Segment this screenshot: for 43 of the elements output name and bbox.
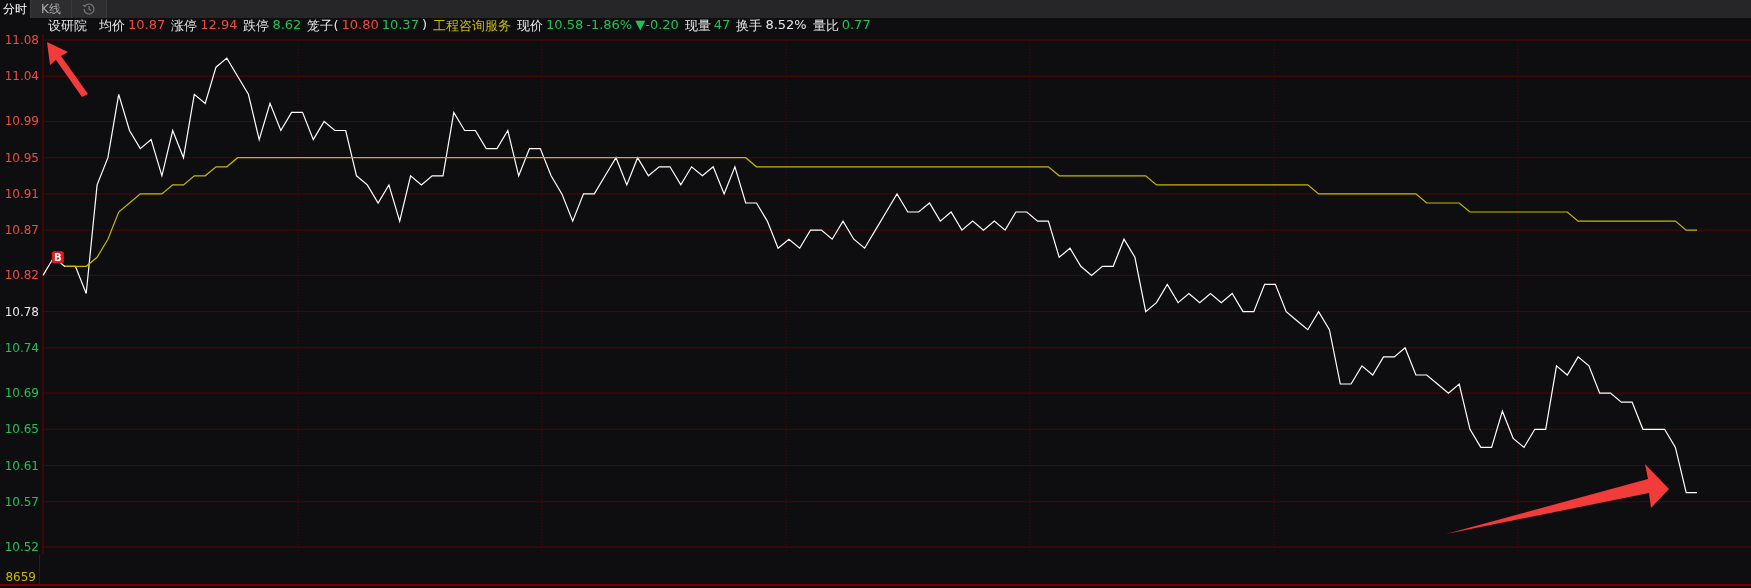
annotation-arrow: [47, 42, 88, 97]
axis-label: 10.95: [4, 150, 39, 165]
volume-label: 8659: [0, 554, 40, 584]
stat-label: ): [421, 17, 427, 34]
stat-value: 8.52%: [765, 17, 807, 34]
axis-label: 10.74: [4, 340, 39, 355]
stat-label: 均价: [99, 17, 125, 35]
axis-label: 10.91: [4, 186, 39, 201]
axis-label: 10.87: [4, 223, 39, 238]
stat-value: 12.94: [200, 17, 238, 34]
axis-label: 10.69: [4, 386, 39, 401]
stat-value: 10.58: [546, 17, 584, 34]
history-tab[interactable]: [71, 0, 107, 18]
chart-tab[interactable]: 分时: [0, 0, 31, 18]
stat-label: 现量: [684, 17, 711, 35]
stat-label: 跌停: [243, 17, 270, 35]
axis-label: 10.99: [4, 114, 39, 129]
chart-tab[interactable]: K线: [31, 0, 72, 18]
stat-value: 0.77: [841, 17, 871, 34]
stat-value: ▼-0.20: [635, 17, 679, 34]
stat-value: 10.80: [341, 17, 379, 34]
axis-label: 11.08: [4, 34, 39, 47]
stat-label: 现价: [517, 17, 543, 35]
stat-value: 工程咨询服务: [433, 17, 511, 35]
stat-value: -1.86%: [586, 17, 633, 34]
axis-label: 10.78: [4, 304, 39, 319]
stat-label: 量比: [812, 17, 839, 35]
axis-label: 10.52: [4, 540, 39, 554]
history-icon: [81, 2, 96, 16]
stat-label: 换手: [736, 17, 763, 35]
axis-label: 10.61: [4, 458, 39, 473]
stat-value: 10.87: [128, 17, 166, 34]
axis-label: 10.57: [4, 494, 39, 509]
axis-label: 10.82: [4, 268, 39, 283]
axis-label: 11.04: [4, 69, 39, 84]
stat-value: 8.62: [272, 17, 302, 34]
stat-label: 涨停: [171, 17, 198, 35]
stock-name: 设研院: [48, 17, 87, 35]
stat-value: 10.37: [381, 17, 419, 34]
stat-value: 47: [713, 17, 731, 34]
buy-marker: B: [51, 251, 64, 264]
stat-label: 笼子(: [307, 17, 339, 35]
axis-label: 10.65: [4, 422, 39, 437]
